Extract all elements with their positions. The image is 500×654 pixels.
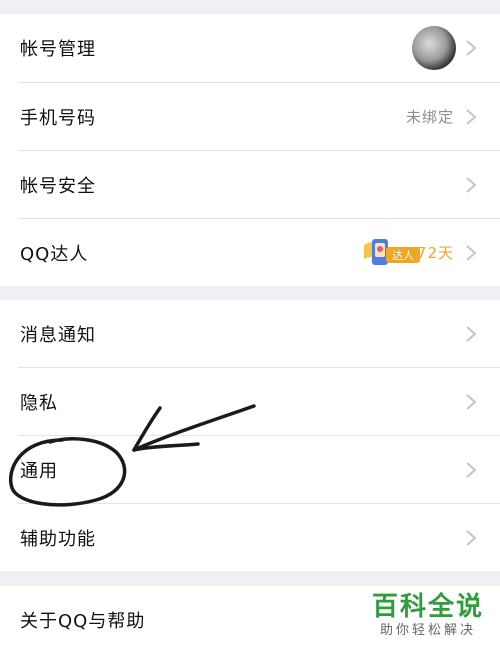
row-label: 消息通知	[20, 324, 96, 346]
watermark-subtitle: 助你轻松解决	[379, 623, 476, 638]
row-account-security[interactable]: 帐号安全	[0, 151, 500, 218]
chevron-right-icon	[466, 325, 477, 342]
chevron-right-icon	[466, 40, 477, 56]
row-label: 通用	[20, 460, 58, 482]
watermark-title: 百科全说	[371, 592, 484, 622]
chevron-right-icon	[466, 393, 477, 410]
account-settings-group: 帐号管理 手机号码 未绑定 帐号安全 QQ达人 达人 72天	[0, 14, 500, 286]
row-label: 隐私	[20, 392, 58, 414]
general-settings-group: 消息通知 隐私 通用 辅助功能	[0, 300, 500, 571]
row-label: 手机号码	[20, 107, 96, 129]
avatar	[412, 26, 456, 70]
row-label: QQ达人	[20, 243, 89, 265]
qq-expert-badge-icon: 达人	[364, 238, 420, 265]
chevron-right-icon	[466, 529, 477, 546]
row-message-notification[interactable]: 消息通知	[0, 300, 500, 367]
chevron-right-icon	[466, 176, 477, 193]
row-accessibility[interactable]: 辅助功能	[0, 504, 500, 571]
chevron-right-icon	[466, 461, 477, 478]
expert-days-value: 72天	[416, 244, 454, 262]
watermark: 百科全说 助你轻松解决	[372, 592, 484, 640]
row-qq-expert[interactable]: QQ达人 达人 72天	[0, 219, 500, 286]
row-privacy[interactable]: 隐私	[0, 368, 500, 435]
row-label: 帐号安全	[20, 175, 96, 197]
row-label: 帐号管理	[20, 39, 96, 60]
chevron-right-icon	[466, 244, 477, 261]
row-label: 辅助功能	[20, 528, 96, 550]
row-label: 关于QQ与帮助	[20, 611, 146, 632]
row-account-management[interactable]: 帐号管理	[0, 14, 500, 82]
row-general[interactable]: 通用	[0, 436, 500, 503]
row-phone-number[interactable]: 手机号码 未绑定	[0, 83, 500, 150]
badge-text: 达人	[392, 249, 414, 262]
chevron-right-icon	[466, 108, 477, 125]
phone-status-value: 未绑定	[405, 108, 454, 126]
